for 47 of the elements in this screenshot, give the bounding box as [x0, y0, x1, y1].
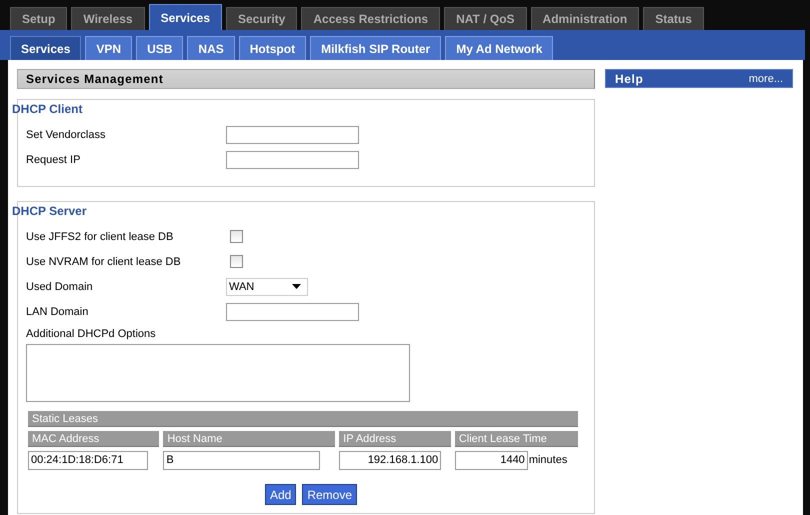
input-field[interactable] — [226, 126, 359, 144]
input-field[interactable] — [226, 150, 359, 168]
field-label: Set Vendorclass — [26, 128, 106, 140]
nav-tab[interactable]: Services — [148, 4, 222, 30]
field-label: Use JFFS2 for client lease DB — [26, 230, 174, 242]
nav-tab[interactable]: NAT / QoS — [444, 7, 527, 30]
nav-tab[interactable]: Setup — [10, 7, 68, 30]
nav-tab[interactable]: Security — [226, 7, 298, 30]
nav-tab[interactable]: Administration — [530, 7, 640, 30]
caret-icon — [292, 284, 301, 289]
subnav-tab[interactable]: NAS — [187, 36, 235, 60]
field-label: Use NVRAM for client lease DB — [26, 256, 182, 268]
table-button[interactable]: Remove — [302, 484, 358, 505]
help-title: Help — [615, 72, 644, 86]
table-button[interactable]: Add — [264, 484, 296, 505]
domain-dropdown[interactable]: WAN — [226, 278, 308, 296]
lease-time-field[interactable]: 1440 — [454, 451, 528, 470]
mac-field[interactable]: 00:24:1D:18:D6:71 — [28, 451, 148, 470]
field-label: Request IP — [26, 154, 82, 166]
field-label: Additional DHCPd Options — [26, 328, 157, 340]
fieldset-legend: DHCP Server — [12, 204, 86, 218]
hostname-field[interactable]: B — [163, 451, 320, 470]
column-header: Client Lease Time — [454, 431, 578, 447]
nav-tab[interactable]: Wireless — [71, 7, 145, 30]
checkbox[interactable] — [230, 255, 243, 268]
ip-field[interactable]: 192.168.1.100 — [339, 451, 442, 470]
subnav-tab[interactable]: My Ad Network — [445, 36, 554, 60]
options-textarea[interactable] — [26, 344, 410, 402]
subnav-tab[interactable]: Hotspot — [238, 36, 306, 60]
section-header: Services Management — [17, 69, 595, 89]
subnav-tab[interactable]: Milkfish SIP Router — [310, 36, 442, 60]
column-header: Host Name — [163, 431, 336, 447]
column-header: IP Address — [339, 431, 451, 447]
input-field[interactable] — [226, 302, 359, 320]
column-header: MAC Address — [28, 431, 160, 447]
field-label: LAN Domain — [26, 306, 90, 318]
table-title: Static Leases — [28, 411, 578, 427]
nav-tab[interactable]: Access Restrictions — [301, 7, 440, 30]
unit-label: minutes — [528, 454, 568, 466]
nav-tab[interactable]: Status — [643, 7, 704, 30]
field-label: Used Domain — [26, 280, 94, 292]
subnav-tab[interactable]: USB — [136, 36, 184, 60]
fieldset-legend: DHCP Client — [12, 102, 82, 116]
checkbox[interactable] — [230, 230, 243, 243]
subnav-tab[interactable]: VPN — [85, 36, 132, 60]
subnav-tab[interactable]: Services — [10, 36, 82, 60]
more-link[interactable]: more... — [748, 72, 783, 84]
